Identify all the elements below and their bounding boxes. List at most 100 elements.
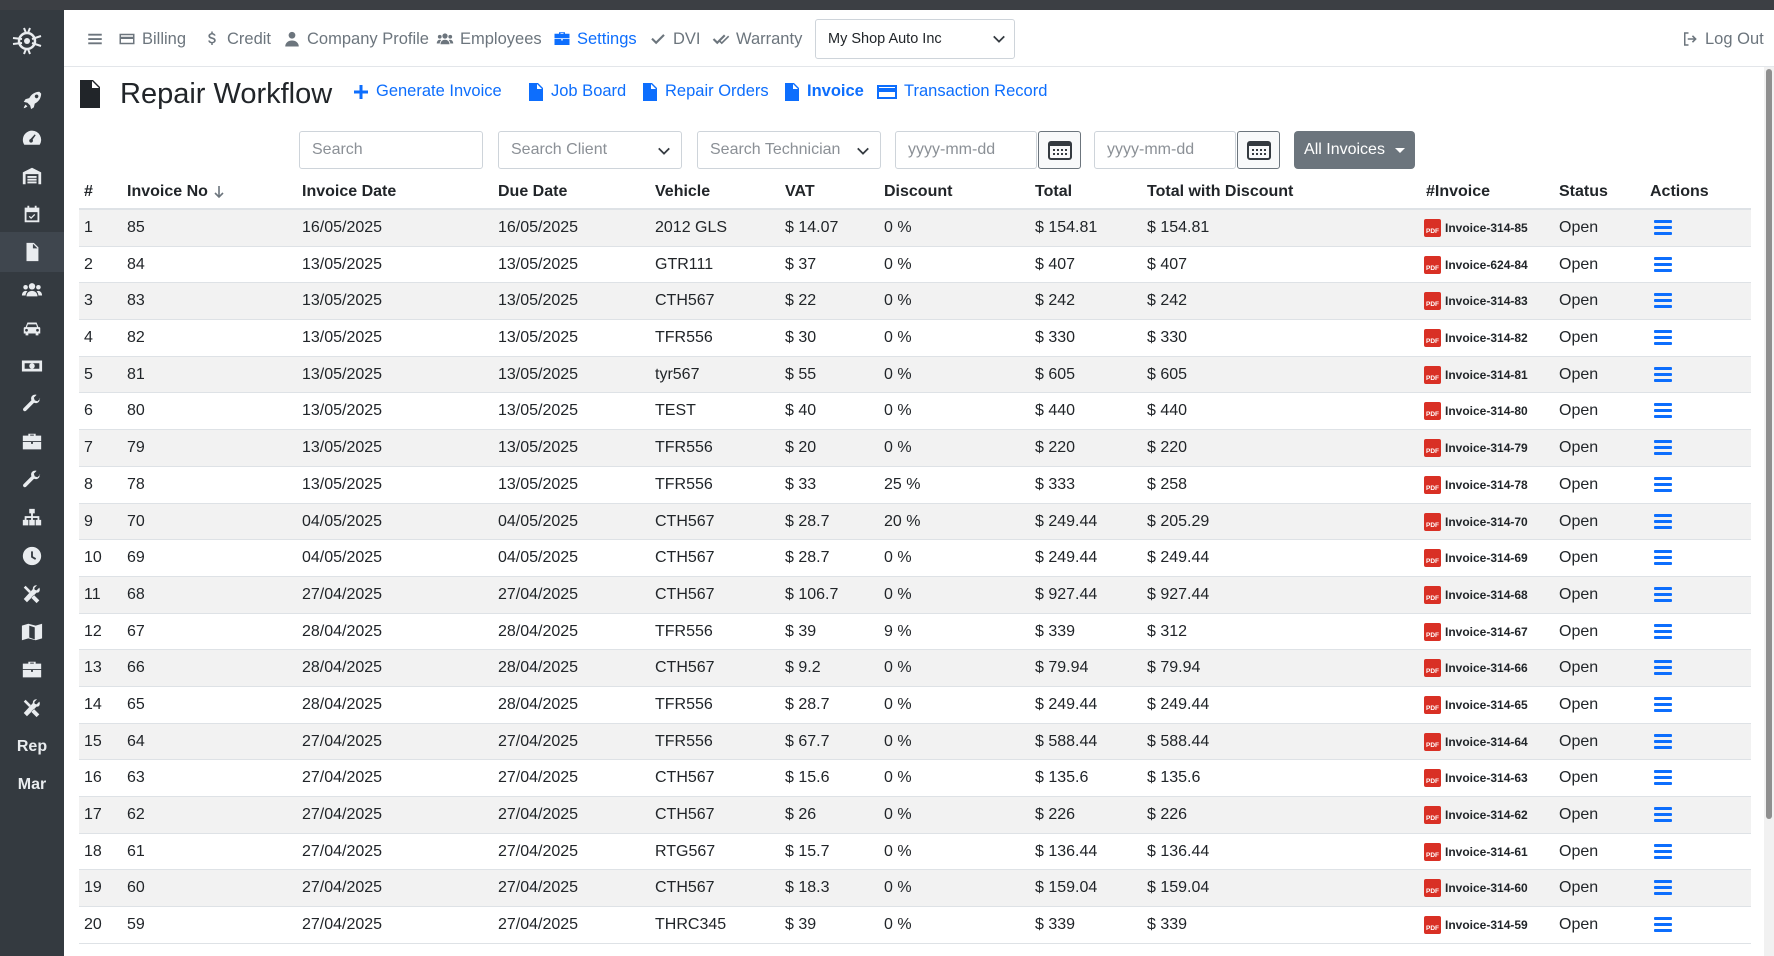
invoice-pdf-link[interactable]: PDF Invoice-314-68 [1424, 585, 1528, 604]
sidebar-item-marketing[interactable]: Mar [0, 765, 64, 805]
sidebar-item-maintenance[interactable] [0, 688, 64, 728]
row-actions-menu-icon[interactable] [1654, 660, 1672, 676]
col-header-vehicle[interactable]: Vehicle [655, 183, 710, 201]
row-actions-menu-icon[interactable] [1654, 256, 1672, 273]
sidebar-item-organization[interactable] [0, 498, 64, 538]
row-actions-menu-icon[interactable] [1654, 586, 1672, 603]
table-row[interactable]: 1 85 16/05/2025 16/05/2025 2012 GLS $ 14.07 0 … [79, 210, 1751, 247]
table-row[interactable]: 14 65 28/04/2025 28/04/2025 TFR556 $ 28.7 0 % $… [79, 687, 1751, 724]
invoice-pdf-link[interactable]: PDF Invoice-314-61 [1424, 842, 1528, 861]
table-row[interactable]: 16 63 27/04/2025 27/04/2025 CTH567 $ 15.6 0 % $… [79, 760, 1751, 797]
sidebar-item-services[interactable] [0, 574, 64, 614]
invoice-pdf-link[interactable]: PDF Invoice-314-62 [1424, 806, 1528, 824]
shop-select[interactable]: My Shop Auto Inc [815, 19, 1015, 59]
invoice-pdf-link[interactable]: PDF Invoice-314-66 [1424, 659, 1528, 678]
menu-toggle-button[interactable] [86, 28, 104, 50]
sidebar-item-users[interactable] [0, 270, 64, 310]
invoice-pdf-link[interactable]: PDF Invoice-314-78 [1424, 475, 1528, 494]
generate-invoice-link[interactable]: Generate Invoice [353, 82, 502, 101]
sidebar-item-map[interactable] [0, 612, 64, 652]
row-actions-menu-icon[interactable] [1654, 623, 1672, 640]
invoice-pdf-link[interactable]: PDF Invoice-314-63 [1424, 769, 1528, 788]
scrollbar-thumb[interactable] [1766, 69, 1772, 819]
table-row[interactable]: 7 79 13/05/2025 13/05/2025 TFR556 $ 20 0 % $ 22… [79, 430, 1751, 467]
sidebar-item-reports[interactable]: Rep [0, 727, 64, 767]
col-header-due-date[interactable]: Due Date [498, 183, 567, 201]
row-actions-menu-icon[interactable] [1654, 476, 1672, 493]
col-header-status[interactable]: Status [1559, 183, 1608, 201]
table-row[interactable]: 9 70 04/05/2025 04/05/2025 CTH567 $ 28.7 20 % $… [79, 503, 1751, 541]
nav-company-profile[interactable]: Company Profile [283, 28, 429, 50]
invoice-pdf-link[interactable]: PDF Invoice-314-82 [1424, 329, 1528, 348]
page-scrollbar[interactable] [1764, 67, 1774, 956]
table-row[interactable]: 4 82 13/05/2025 13/05/2025 TFR556 $ 30 0 % $ 33… [79, 320, 1751, 357]
invoice-pdf-link[interactable]: PDF Invoice-314-79 [1424, 439, 1528, 458]
table-row[interactable]: 20 59 27/04/2025 27/04/2025 THRC345 $ 39 0 % $ … [79, 907, 1751, 944]
sidebar-item-toolbox[interactable] [0, 422, 64, 462]
row-actions-menu-icon[interactable] [1654, 550, 1672, 566]
invoice-pdf-link[interactable]: PDF Invoice-314-83 [1424, 292, 1528, 311]
table-row[interactable]: 2 84 13/05/2025 13/05/2025 GTR111 $ 37 0 % $ 40… [79, 247, 1751, 284]
row-actions-menu-icon[interactable] [1654, 220, 1672, 236]
sidebar-item-vehicles[interactable] [0, 308, 64, 348]
row-actions-menu-icon[interactable] [1654, 733, 1672, 750]
invoice-filter-dropdown[interactable]: All Invoices [1294, 131, 1415, 169]
date-from-input[interactable]: yyyy-mm-dd [895, 131, 1037, 169]
row-actions-menu-icon[interactable] [1654, 403, 1672, 419]
date-from-calendar-button[interactable] [1038, 131, 1081, 169]
table-row[interactable]: 11 68 27/04/2025 27/04/2025 CTH567 $ 106.7 0 %… [79, 576, 1751, 614]
nav-settings[interactable]: Settings [553, 28, 637, 50]
sidebar-item-tools[interactable] [0, 460, 64, 500]
search-input[interactable]: Search [299, 131, 483, 169]
logout-button[interactable]: Log Out [1681, 28, 1764, 50]
nav-billing[interactable]: Billing [118, 28, 186, 50]
table-row[interactable]: 5 81 13/05/2025 13/05/2025 tyr567 $ 55 0 % $ 60… [79, 356, 1751, 394]
sidebar-item-invoices[interactable] [0, 232, 64, 272]
row-actions-menu-icon[interactable] [1654, 843, 1672, 860]
table-row[interactable]: 18 61 27/04/2025 27/04/2025 RTG567 $ 15.7 0 % $… [79, 834, 1751, 871]
row-actions-menu-icon[interactable] [1654, 807, 1672, 823]
row-actions-menu-icon[interactable] [1654, 293, 1672, 309]
sidebar-item-jobs[interactable] [0, 650, 64, 690]
row-actions-menu-icon[interactable] [1654, 330, 1672, 346]
job-board-link[interactable]: Job Board [528, 82, 626, 101]
invoice-pdf-link[interactable]: PDF Invoice-314-70 [1424, 512, 1528, 531]
col-header-invoice-date[interactable]: Invoice Date [302, 183, 396, 201]
sidebar-item-history[interactable] [0, 536, 64, 576]
invoice-pdf-link[interactable]: PDF Invoice-314-67 [1424, 622, 1528, 641]
invoice-pdf-link[interactable]: PDF Invoice-314-64 [1424, 732, 1528, 751]
col-header-invoice-no[interactable]: Invoice No [127, 183, 225, 201]
row-actions-menu-icon[interactable] [1654, 880, 1672, 896]
table-row[interactable]: 12 67 28/04/2025 28/04/2025 TFR556 $ 39 9 % $ 3… [79, 614, 1751, 651]
sidebar-item-calendar[interactable] [0, 194, 64, 234]
invoice-pdf-link[interactable]: PDF Invoice-314-59 [1424, 916, 1528, 935]
nav-credit[interactable]: Credit [203, 28, 271, 50]
row-actions-menu-icon[interactable] [1654, 513, 1672, 530]
invoice-pdf-link[interactable]: PDF Invoice-314-65 [1424, 695, 1528, 714]
invoice-pdf-link[interactable]: PDF Invoice-314-69 [1424, 549, 1528, 568]
col-header-total-with-discount[interactable]: Total with Discount [1147, 183, 1293, 201]
sidebar-item-repairs[interactable] [0, 384, 64, 424]
nav-warranty[interactable]: Warranty [712, 28, 802, 50]
client-search-select[interactable]: Search Client [498, 131, 682, 169]
table-row[interactable]: 19 60 27/04/2025 27/04/2025 CTH567 $ 18.3 0 % $… [79, 870, 1751, 908]
table-row[interactable]: 8 78 13/05/2025 13/05/2025 TFR556 $ 33 25 % $ 3… [79, 467, 1751, 504]
invoice-pdf-link[interactable]: PDF Invoice-314-85 [1424, 219, 1528, 237]
col-header-total[interactable]: Total [1035, 183, 1072, 201]
sidebar-item-rocket[interactable] [0, 80, 64, 120]
table-row[interactable]: 3 83 13/05/2025 13/05/2025 CTH567 $ 22 0 % $ 24… [79, 283, 1751, 321]
date-to-input[interactable]: yyyy-mm-dd [1094, 131, 1236, 169]
row-actions-menu-icon[interactable] [1654, 770, 1672, 786]
row-actions-menu-icon[interactable] [1654, 440, 1672, 456]
nav-employees[interactable]: Employees [436, 28, 542, 50]
invoice-pdf-link[interactable]: PDF Invoice-624-84 [1424, 255, 1528, 274]
table-row[interactable]: 10 69 04/05/2025 04/05/2025 CTH567 $ 28.7 0 % $… [79, 540, 1751, 577]
table-row[interactable]: 6 80 13/05/2025 13/05/2025 TEST $ 40 0 % $ 440 $… [79, 393, 1751, 431]
row-actions-menu-icon[interactable] [1654, 917, 1672, 933]
table-row[interactable]: 13 66 28/04/2025 28/04/2025 CTH567 $ 9.2 0 % $ … [79, 650, 1751, 687]
sidebar-item-payments[interactable] [0, 346, 64, 386]
invoice-pdf-link[interactable]: PDF Invoice-314-81 [1424, 365, 1528, 384]
invoice-pdf-link[interactable]: PDF Invoice-314-80 [1424, 402, 1528, 421]
sidebar-item-dashboard[interactable] [0, 118, 64, 158]
row-actions-menu-icon[interactable] [1654, 366, 1672, 383]
